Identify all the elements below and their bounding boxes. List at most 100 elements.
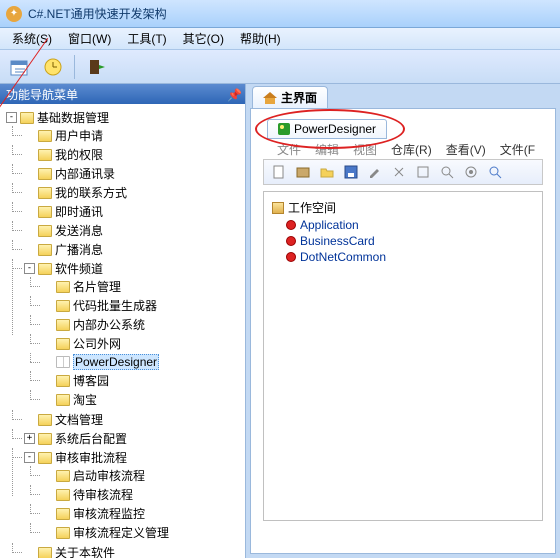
workspace-root[interactable]: 工作空间	[270, 198, 536, 217]
pd-menu-repo[interactable]: 仓库(R)	[391, 141, 432, 158]
calendar-icon[interactable]	[6, 54, 32, 80]
menu-system[interactable]: 系统(S)	[4, 30, 60, 47]
folder-icon	[38, 414, 52, 426]
expander-icon[interactable]: -	[24, 263, 35, 274]
workspace-item[interactable]: DotNetCommon	[270, 249, 536, 265]
workspace-item[interactable]: Application	[270, 217, 536, 233]
tree-item-approval[interactable]: 审核审批流程	[55, 449, 127, 466]
tree-item[interactable]: 发送消息	[55, 222, 103, 239]
workspace-root-label: 工作空间	[288, 199, 336, 216]
toolbar-separator	[74, 55, 75, 79]
workspace-item-label: Application	[300, 218, 359, 232]
tree-item-powerdesigner[interactable]: PowerDesigner	[73, 354, 159, 370]
pd-menu-file2[interactable]: 文件(F	[500, 141, 535, 158]
menu-tools[interactable]: 工具(T)	[119, 30, 174, 47]
tree-item[interactable]: 系统后台配置	[55, 430, 127, 447]
tree-item[interactable]: 广播消息	[55, 241, 103, 258]
home-icon	[263, 92, 277, 104]
workspace-item-label: BusinessCard	[300, 234, 375, 248]
folder-icon	[38, 452, 52, 464]
tree-item[interactable]: 审核流程监控	[73, 505, 145, 522]
menu-other[interactable]: 其它(O)	[175, 30, 232, 47]
tree-item[interactable]: 内部通讯录	[55, 165, 115, 182]
tab-powerdesigner-label: PowerDesigner	[294, 122, 376, 136]
folder-icon	[38, 130, 52, 142]
content-area: 主界面 PowerDesigner 文件 编辑 视图 仓库(R) 查看(V) 文…	[246, 84, 560, 558]
main-menubar: 系统(S) 窗口(W) 工具(T) 其它(O) 帮助(H)	[0, 28, 560, 50]
folder-icon	[56, 489, 70, 501]
settings-icon[interactable]	[462, 163, 480, 181]
expander-icon[interactable]: -	[24, 452, 35, 463]
new-icon[interactable]	[270, 163, 288, 181]
tree-item[interactable]: 用户申请	[55, 127, 103, 144]
expander-icon[interactable]: +	[24, 433, 35, 444]
config-icon[interactable]	[414, 163, 432, 181]
tree-item[interactable]: 关于本软件	[55, 544, 115, 558]
menu-help[interactable]: 帮助(H)	[232, 30, 289, 47]
pd-menu-view[interactable]: 视图	[353, 141, 377, 158]
folder-icon	[56, 508, 70, 520]
expander-icon[interactable]: -	[6, 112, 17, 123]
model-node-icon	[286, 236, 296, 246]
nav-tree: - 基础数据管理 用户申请 我的权限 内部通讯录 我的联系方式 即时通讯 发送消…	[0, 104, 245, 558]
tree-item-software[interactable]: 软件频道	[55, 260, 103, 277]
titlebar: ✦ C#.NET通用快速开发架构	[0, 0, 560, 28]
tree-item[interactable]: 我的权限	[55, 146, 103, 163]
folder-icon	[38, 433, 52, 445]
edit-icon[interactable]	[366, 163, 384, 181]
workspace-item-label: DotNetCommon	[300, 250, 386, 264]
tree-item[interactable]: 名片管理	[73, 278, 121, 295]
folder-icon	[38, 547, 52, 558]
pd-menubar: 文件 编辑 视图 仓库(R) 查看(V) 文件(F	[257, 139, 549, 159]
tree-item[interactable]: 待审核流程	[73, 486, 133, 503]
window-title: C#.NET通用快速开发架构	[28, 5, 167, 22]
folder-icon	[38, 168, 52, 180]
folder-icon	[56, 338, 70, 350]
tree-item[interactable]: 启动审核流程	[73, 467, 145, 484]
exit-icon[interactable]	[83, 54, 109, 80]
tree-item[interactable]: 博客园	[73, 372, 109, 389]
app-icon: ✦	[6, 6, 22, 22]
folder-icon	[20, 112, 34, 124]
sidebar: 功能导航菜单 📌 - 基础数据管理 用户申请 我的权限 内部通讯录 我的联系方式	[0, 84, 246, 558]
sidebar-header: 功能导航菜单 📌	[0, 84, 245, 104]
folder-icon	[38, 263, 52, 275]
search-icon[interactable]	[438, 163, 456, 181]
main-toolbar	[0, 50, 560, 84]
folder-icon	[38, 225, 52, 237]
cut-icon[interactable]	[390, 163, 408, 181]
tab-main[interactable]: 主界面	[252, 86, 328, 108]
folder-icon	[56, 319, 70, 331]
content-tabs: 主界面	[246, 84, 560, 108]
menu-window[interactable]: 窗口(W)	[60, 30, 119, 47]
tree-item[interactable]: 即时通讯	[55, 203, 103, 220]
folder-icon	[38, 187, 52, 199]
model-icon[interactable]	[294, 163, 312, 181]
save-icon[interactable]	[342, 163, 360, 181]
pd-menu-file[interactable]: 文件	[277, 141, 301, 158]
folder-icon	[56, 394, 70, 406]
folder-icon	[38, 244, 52, 256]
folder-icon	[56, 300, 70, 312]
pd-menu-look[interactable]: 查看(V)	[446, 141, 486, 158]
tree-item[interactable]: 审核流程定义管理	[73, 524, 169, 541]
tree-item[interactable]: 文档管理	[55, 411, 103, 428]
workspace-panel: 工作空间 Application BusinessCard DotNetComm…	[263, 191, 543, 521]
tree-item[interactable]: 淘宝	[73, 391, 97, 408]
workspace-item[interactable]: BusinessCard	[270, 233, 536, 249]
tree-item[interactable]: 我的联系方式	[55, 184, 127, 201]
book-icon	[56, 356, 70, 368]
tree-root[interactable]: 基础数据管理	[37, 109, 109, 126]
clock-icon[interactable]	[40, 54, 66, 80]
tree-item[interactable]: 内部办公系统	[73, 316, 145, 333]
zoom-icon[interactable]	[486, 163, 504, 181]
tree-item[interactable]: 公司外网	[73, 335, 121, 352]
content-body: PowerDesigner 文件 编辑 视图 仓库(R) 查看(V) 文件(F	[250, 108, 556, 554]
tab-powerdesigner[interactable]: PowerDesigner	[267, 119, 387, 139]
pd-menu-edit[interactable]: 编辑	[315, 141, 339, 158]
pin-icon[interactable]: 📌	[227, 88, 239, 100]
folder-icon	[56, 375, 70, 387]
folder-icon	[56, 281, 70, 293]
open-icon[interactable]	[318, 163, 336, 181]
tree-item[interactable]: 代码批量生成器	[73, 297, 157, 314]
